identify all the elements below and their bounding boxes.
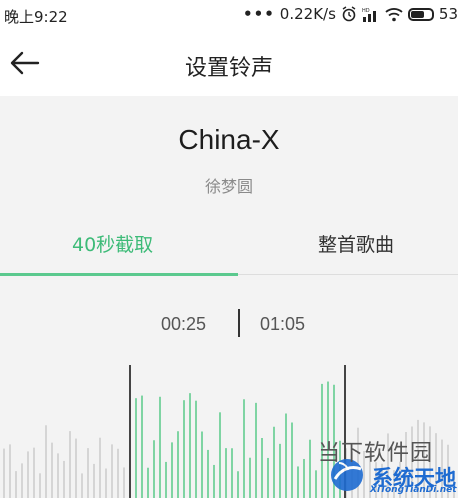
watermark-text-3: XiTongTianDi.net (370, 485, 457, 495)
more-dots-icon: ••• (243, 5, 275, 23)
clip-start-time: 00:25 (161, 314, 207, 334)
tab-active-indicator (0, 273, 238, 276)
signal-icon: HD (362, 8, 376, 22)
alarm-icon (342, 6, 356, 22)
header: 设置铃声 (0, 30, 458, 96)
wifi-icon (385, 7, 403, 21)
battery-level: 53 (438, 5, 458, 23)
time-separator (238, 309, 240, 337)
status-icons: ••• 0.22K/s HD 53 (243, 5, 458, 23)
status-time: 晚上9:22 (4, 8, 68, 26)
song-title: China-X (178, 124, 280, 155)
network-speed: 0.22K/s (279, 5, 336, 23)
tab-40s-clip[interactable]: 40秒截取 (72, 230, 153, 257)
song-artist: 徐梦圆 (204, 177, 253, 196)
clip-end-time: 01:05 (260, 314, 306, 334)
status-bar: 晚上9:22 ••• 0.22K/s HD 53 (0, 0, 458, 30)
page-title: 设置铃声 (184, 56, 273, 81)
battery-icon (407, 7, 434, 21)
tab-full-song[interactable]: 整首歌曲 (318, 230, 394, 257)
svg-text:HD: HD (362, 8, 370, 14)
